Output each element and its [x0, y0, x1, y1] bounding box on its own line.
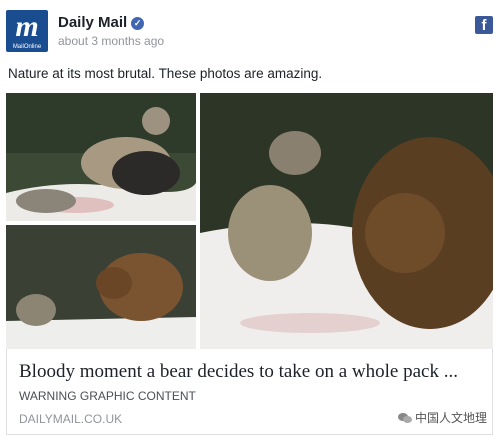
verified-badge-icon: ✓ [131, 17, 145, 30]
facebook-icon[interactable]: f [475, 16, 493, 34]
photo-wolves-feeding[interactable] [6, 93, 196, 221]
logo-subtext: MailOnline [12, 44, 42, 50]
publisher-name-text[interactable]: Daily Mail [58, 14, 127, 31]
link-domain: DAILYMAIL.CO.UK [19, 412, 123, 426]
watermark-text: 中国人文地理 [414, 411, 487, 425]
photo-bear-and-wolf[interactable] [6, 225, 196, 349]
link-description: WARNING GRAPHIC CONTENT [19, 389, 196, 403]
photo-wolf-confronts-bear[interactable] [200, 93, 493, 349]
wechat-watermark: 中国人文地理 [397, 409, 487, 426]
publisher-logo[interactable]: m MailOnline [6, 10, 48, 52]
logo-letter: m [15, 10, 39, 43]
link-title[interactable]: Bloody moment a bear decides to take on … [19, 361, 458, 383]
wechat-icon [397, 412, 412, 424]
post-header: m MailOnline Daily Mail ✓ about 3 months … [6, 10, 493, 54]
publisher-name[interactable]: Daily Mail ✓ [58, 14, 145, 31]
photo-collage[interactable] [6, 93, 493, 349]
post-caption: Nature at its most brutal. These photos … [8, 66, 323, 81]
post-timestamp[interactable]: about 3 months ago [58, 34, 164, 48]
